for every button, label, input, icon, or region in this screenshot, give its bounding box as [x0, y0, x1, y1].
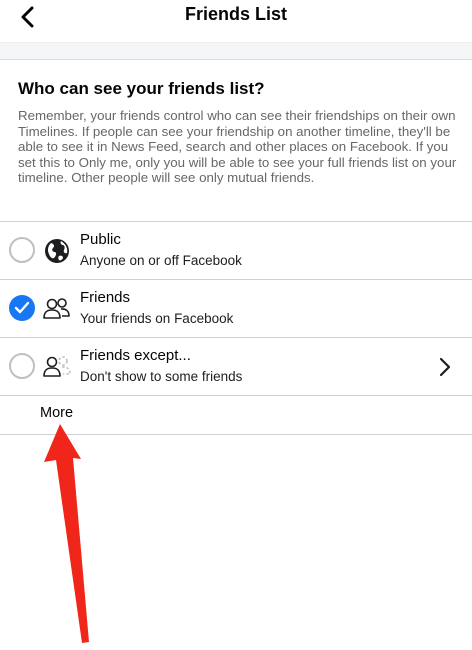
section-gap — [0, 42, 472, 60]
option-title: Friends except... — [80, 347, 191, 364]
option-title: Public — [80, 231, 121, 248]
divider — [0, 395, 472, 396]
option-subtitle: Your friends on Facebook — [80, 311, 234, 326]
friends-icon — [42, 294, 72, 324]
option-public[interactable]: Public Anyone on or off Facebook — [0, 222, 472, 279]
section-description: Remember, your friends control who can s… — [18, 108, 457, 186]
friends-except-icon — [42, 352, 72, 382]
radio-friends-except[interactable] — [9, 353, 35, 379]
globe-icon — [42, 236, 72, 266]
option-title: Friends — [80, 289, 131, 306]
option-subtitle: Anyone on or off Facebook — [80, 253, 242, 268]
page-title: Friends List — [184, 4, 287, 24]
radio-friends[interactable] — [9, 295, 35, 321]
option-subtitle: Don't show to some friends — [80, 369, 243, 384]
option-friends-except[interactable]: Friends except... Don't show to some fri… — [0, 338, 472, 395]
checkmark-icon — [14, 301, 30, 314]
section-heading: Who can see your friends list? — [18, 79, 265, 98]
divider — [0, 434, 472, 435]
chevron-right-icon — [436, 356, 454, 378]
radio-public[interactable] — [9, 237, 35, 263]
option-friends[interactable]: Friends Your friends on Facebook — [0, 280, 472, 337]
more-button[interactable]: More — [40, 405, 73, 421]
nav-header: Friends List — [0, 0, 472, 42]
